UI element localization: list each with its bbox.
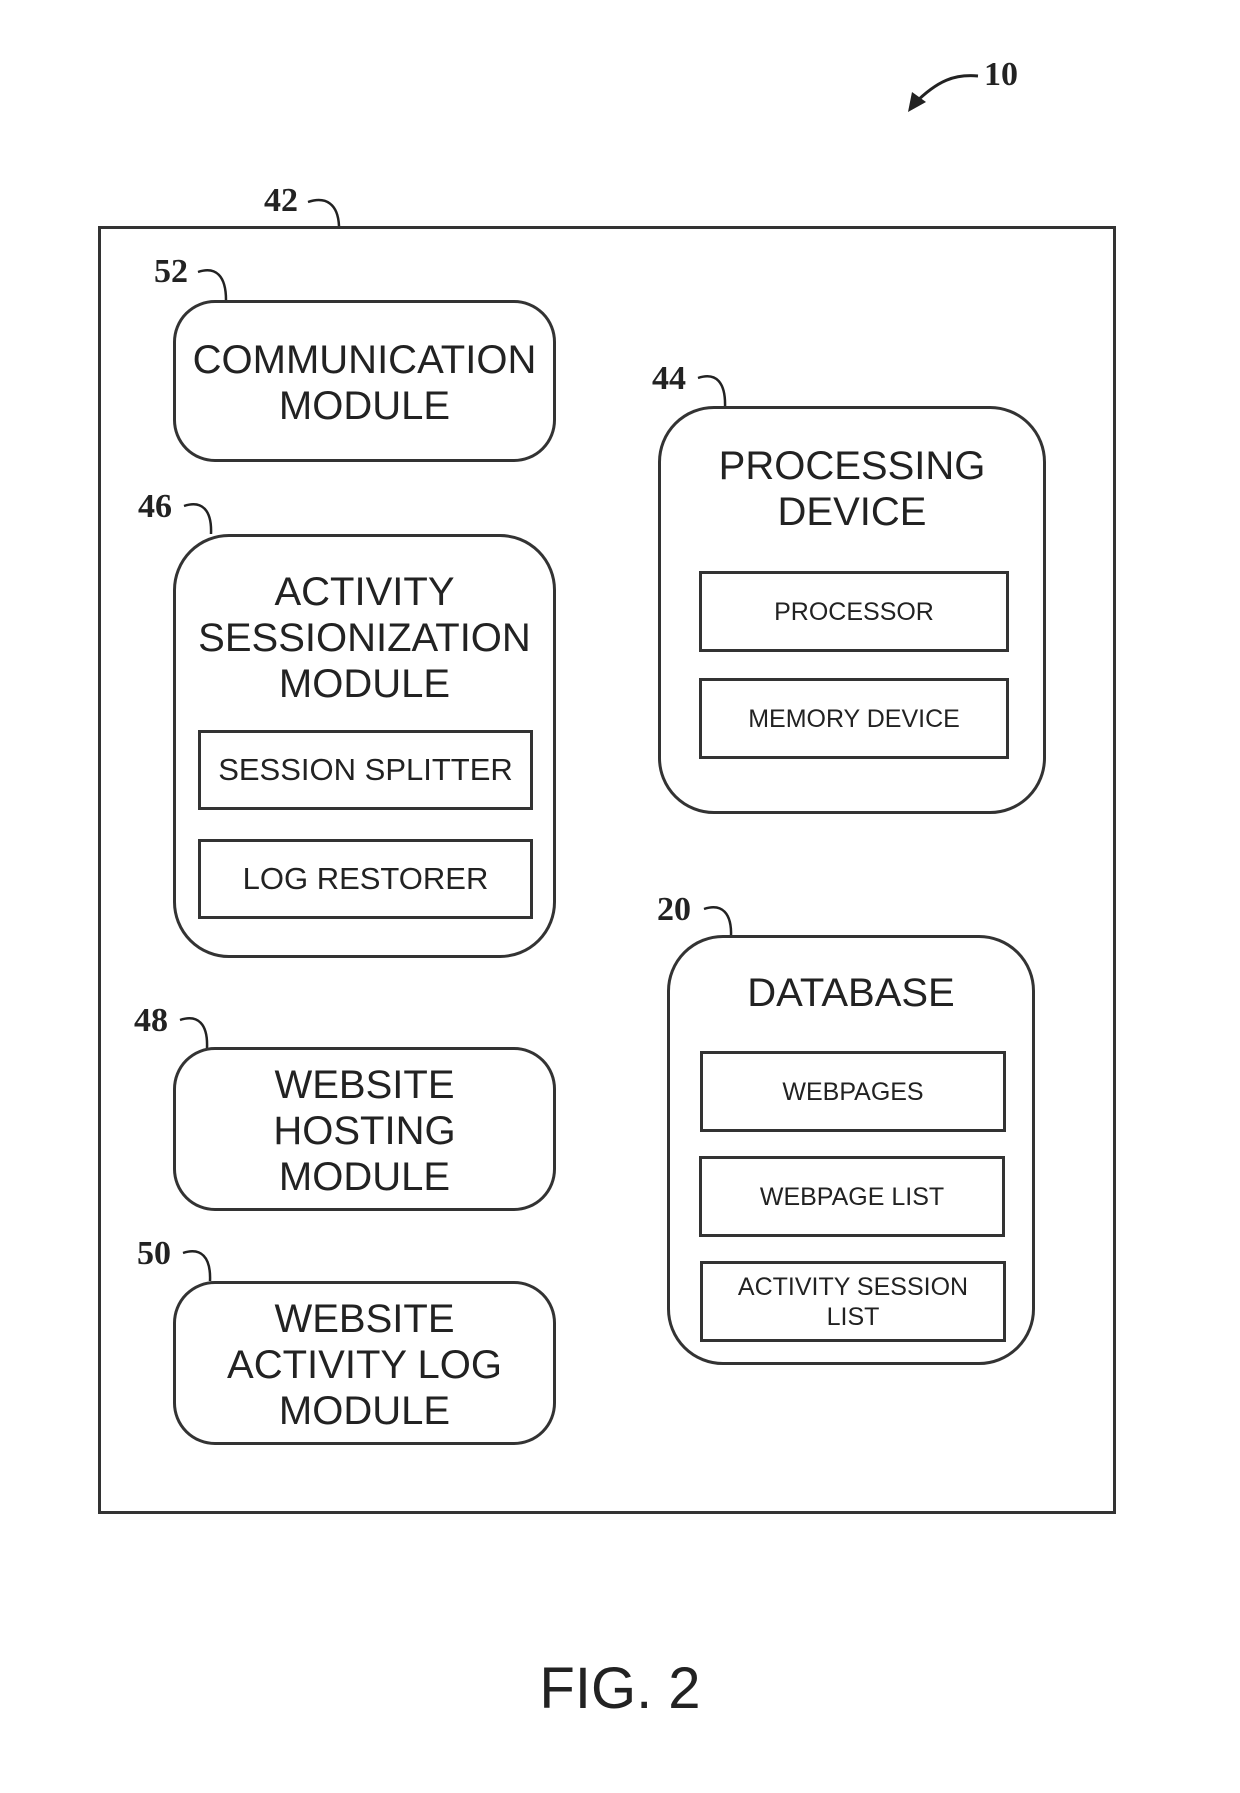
communication-module-title: COMMUNICATION MODULE — [192, 338, 537, 428]
database-leader-line — [703, 906, 733, 938]
communication-leader-line — [197, 269, 228, 301]
activity-session-list-box: ACTIVITY SESSION LIST — [700, 1261, 1006, 1342]
database-title: DATABASE — [747, 971, 955, 1015]
sessionization-leader-line — [183, 503, 213, 535]
figure-label: FIG. 2 — [539, 1656, 701, 1721]
activity-sessionization-module: ACTIVITY SESSIONIZATION MODULE SESSION S… — [173, 534, 556, 958]
website-hosting-module: WEBSITE HOSTING MODULE — [173, 1047, 556, 1211]
communication-ref-number: 52 — [154, 253, 188, 290]
activity-log-ref-number: 50 — [137, 1235, 171, 1272]
webpage-list-box: WEBPAGE LIST — [699, 1156, 1005, 1237]
system-arrow-icon — [908, 74, 979, 112]
memory-device-box: MEMORY DEVICE — [699, 678, 1009, 759]
hosting-ref-number: 48 — [134, 1002, 168, 1039]
website-activity-log-module: WEBSITE ACTIVITY LOG MODULE — [173, 1281, 556, 1445]
log-restorer-box: LOG RESTORER — [198, 839, 533, 919]
webpages-box: WEBPAGES — [700, 1051, 1006, 1132]
database: DATABASE WEBPAGES WEBPAGE LIST ACTIVITY … — [667, 935, 1035, 1365]
processing-ref-number: 44 — [652, 360, 686, 397]
processing-device-title: PROCESSING DEVICE — [718, 444, 986, 534]
container-leader-line — [307, 198, 341, 227]
container-ref-number: 42 — [264, 182, 298, 219]
hosting-module-title: WEBSITE HOSTING MODULE — [273, 1063, 456, 1199]
processor-box: PROCESSOR — [699, 571, 1009, 652]
sessionization-module-title: ACTIVITY SESSIONIZATION MODULE — [198, 570, 531, 706]
session-splitter-box: SESSION SPLITTER — [198, 730, 533, 810]
communication-module: COMMUNICATION MODULE — [173, 300, 556, 462]
database-ref-number: 20 — [657, 891, 691, 928]
sessionization-ref-number: 46 — [138, 488, 172, 525]
activity-log-module-title: WEBSITE ACTIVITY LOG MODULE — [227, 1297, 502, 1433]
processing-leader-line — [697, 375, 727, 409]
activity-log-leader-line — [182, 1250, 212, 1282]
hosting-leader-line — [179, 1017, 209, 1049]
processing-device: PROCESSING DEVICE PROCESSOR MEMORY DEVIC… — [658, 406, 1046, 814]
